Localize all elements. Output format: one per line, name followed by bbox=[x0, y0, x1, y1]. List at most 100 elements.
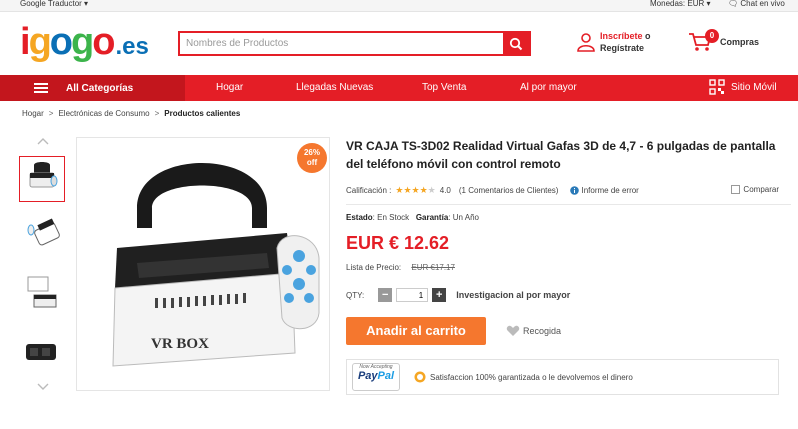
paypal-logo: Now Accepting PayPal bbox=[352, 363, 400, 391]
quantity-row: QTY: − + Investigacion al por mayor bbox=[346, 288, 791, 302]
status-value: En Stock bbox=[377, 213, 410, 222]
rating-value: 4.0 bbox=[439, 186, 451, 195]
warranty-label: Garantía bbox=[415, 213, 449, 222]
rating-label: Calificación : bbox=[346, 186, 392, 195]
wishlist-label: Recogida bbox=[523, 326, 562, 336]
search-icon bbox=[509, 37, 523, 50]
currency-label: Monedas: bbox=[650, 0, 686, 8]
list-price-label: Lista de Precio: bbox=[346, 263, 402, 272]
paypal-word-pal: Pal bbox=[377, 370, 395, 382]
breadcrumb-item-current: Productos calientes bbox=[164, 109, 241, 118]
search-bar bbox=[178, 31, 531, 56]
chevron-down-icon[interactable] bbox=[37, 383, 49, 391]
wholesale-inquiry-link[interactable]: Investigacion al por mayor bbox=[456, 290, 570, 300]
thumbnail[interactable] bbox=[19, 327, 65, 373]
reviews-link[interactable]: (1 Comentarios de Clientes) bbox=[459, 186, 559, 195]
thumbnail[interactable] bbox=[19, 270, 65, 316]
breadcrumb-item-hogar[interactable]: Hogar bbox=[22, 109, 44, 118]
vr-headset-thumbnail bbox=[29, 162, 58, 188]
breadcrumb-item-electronicas[interactable]: Electrónicas de Consumo bbox=[58, 109, 149, 118]
mobile-site-link[interactable]: Sitio Móvil bbox=[709, 79, 777, 95]
report-error-link[interactable]: Informe de error bbox=[570, 186, 639, 195]
quantity-input[interactable] bbox=[396, 288, 429, 302]
logo-letter: g bbox=[71, 21, 94, 63]
paypal-word-pay: Pay bbox=[357, 370, 378, 382]
register-link[interactable]: Regístrate bbox=[600, 42, 651, 54]
logo-letter: i bbox=[20, 21, 30, 63]
compare-label: Comparar bbox=[743, 185, 779, 194]
chevron-down-icon: ▾ bbox=[706, 0, 711, 8]
account-or: o bbox=[645, 31, 651, 41]
vr-headset-thumbnail bbox=[27, 218, 60, 246]
currency-value: EUR bbox=[687, 0, 705, 8]
star-icon: ★ bbox=[395, 185, 404, 195]
stock-row: Estado: En Stock Garantía: Un Año bbox=[346, 213, 479, 222]
satisfaction-guarantee: Satisfaccion 100% garantizada o le devol… bbox=[414, 371, 633, 383]
qr-code-icon bbox=[709, 79, 725, 95]
chevron-down-icon: ▾ bbox=[84, 0, 89, 8]
logo-wordmark: igogo bbox=[20, 21, 115, 63]
checkbox-icon bbox=[731, 185, 741, 194]
satisfaction-text: Satisfaccion 100% garantizada o le devol… bbox=[430, 372, 633, 382]
thumbnail-strip bbox=[19, 137, 67, 391]
translator-label: Google Traductor bbox=[20, 0, 82, 8]
qty-decrement-button[interactable]: − bbox=[378, 288, 393, 302]
rating-row: Calificación : ★ ★ ★ ★ ★ 4.0 (1 Comentarios … bbox=[346, 185, 791, 196]
vr-headset-image: VR BOX bbox=[112, 163, 320, 367]
chat-icon: 🗨 bbox=[728, 0, 739, 8]
cart-link[interactable]: 0 Compras bbox=[688, 29, 760, 52]
warranty-value: Un Año bbox=[452, 213, 479, 222]
product-title: VR CAJA TS-3D02 Realidad Virtual Gafas 3… bbox=[346, 139, 776, 171]
main-nav: All Categorías Hogar Llegadas Nuevas Top… bbox=[0, 75, 798, 101]
chat-label: Chat en vivo bbox=[740, 0, 785, 8]
vr-box-package-thumbnail bbox=[27, 276, 57, 308]
site-logo[interactable]: igogo .es bbox=[20, 22, 149, 62]
wishlist-button[interactable]: Recogida bbox=[506, 325, 561, 337]
menu-icon bbox=[34, 81, 48, 95]
cart-count-badge: 0 bbox=[705, 29, 719, 43]
list-price-row: Lista de Precio: EUR €17.17 bbox=[346, 263, 791, 272]
guarantee-seal-icon bbox=[414, 371, 426, 383]
guarantee-box: Now Accepting PayPal Satisfaccion 100% g… bbox=[346, 359, 779, 395]
search-button[interactable] bbox=[503, 33, 529, 54]
utility-bar: Google Traductor ▾ Monedas: EUR ▾ 🗨 Chat… bbox=[0, 0, 798, 12]
thumbnail[interactable] bbox=[19, 156, 65, 202]
discount-badge: 26% off bbox=[297, 143, 327, 173]
rating-stars: ★ ★ ★ ★ ★ bbox=[395, 185, 435, 196]
product-info: VR CAJA TS-3D02 Realidad Virtual Gafas 3… bbox=[346, 137, 791, 395]
signup-link[interactable]: Inscríbete bbox=[600, 31, 643, 41]
cart-actions: Anadir al carrito Recogida bbox=[346, 317, 791, 345]
thumbnail[interactable] bbox=[19, 213, 65, 259]
sale-price: EUR € 12.62 bbox=[346, 233, 450, 253]
logo-tld: .es bbox=[115, 33, 149, 60]
star-icon: ★ bbox=[427, 185, 436, 195]
chevron-up-icon[interactable] bbox=[37, 137, 49, 145]
divider bbox=[346, 204, 791, 205]
qty-label: QTY: bbox=[346, 290, 365, 300]
user-icon bbox=[577, 33, 595, 52]
discount-word: off bbox=[306, 158, 318, 167]
cart-label: Compras bbox=[720, 37, 760, 47]
compare-checkbox[interactable]: Comparar bbox=[731, 185, 779, 194]
logo-letter: g bbox=[28, 21, 52, 63]
live-chat-link[interactable]: 🗨 Chat en vivo bbox=[728, 0, 785, 8]
google-translator-link[interactable]: Google Traductor ▾ bbox=[20, 0, 88, 8]
breadcrumb: Hogar > Electrónicas de Consumo > Productos … bbox=[22, 109, 241, 118]
nav-item-al-por-mayor[interactable]: Al por mayor bbox=[520, 82, 577, 93]
add-to-cart-button[interactable]: Anadir al carrito bbox=[346, 317, 486, 345]
account-link[interactable]: Inscríbete o Regístrate bbox=[576, 30, 651, 54]
main-product-image[interactable]: VR BOX bbox=[76, 137, 330, 391]
nav-item-llegadas-nuevas[interactable]: Llegadas Nuevas bbox=[296, 82, 373, 93]
nav-item-top-venta[interactable]: Top Venta bbox=[422, 82, 466, 93]
qty-increment-button[interactable]: + bbox=[432, 288, 447, 302]
mobile-site-label: Sitio Móvil bbox=[731, 81, 777, 93]
all-categories-menu[interactable]: All Categorías bbox=[0, 75, 185, 101]
heart-icon bbox=[506, 325, 520, 336]
nav-item-hogar[interactable]: Hogar bbox=[216, 82, 243, 93]
discount-percent: 26% bbox=[303, 148, 320, 157]
currency-selector[interactable]: Monedas: EUR ▾ bbox=[650, 0, 711, 8]
logo-letter: o bbox=[92, 21, 115, 63]
all-categories-label: All Categorías bbox=[66, 82, 134, 94]
search-input[interactable] bbox=[180, 33, 503, 54]
info-icon bbox=[570, 186, 580, 195]
